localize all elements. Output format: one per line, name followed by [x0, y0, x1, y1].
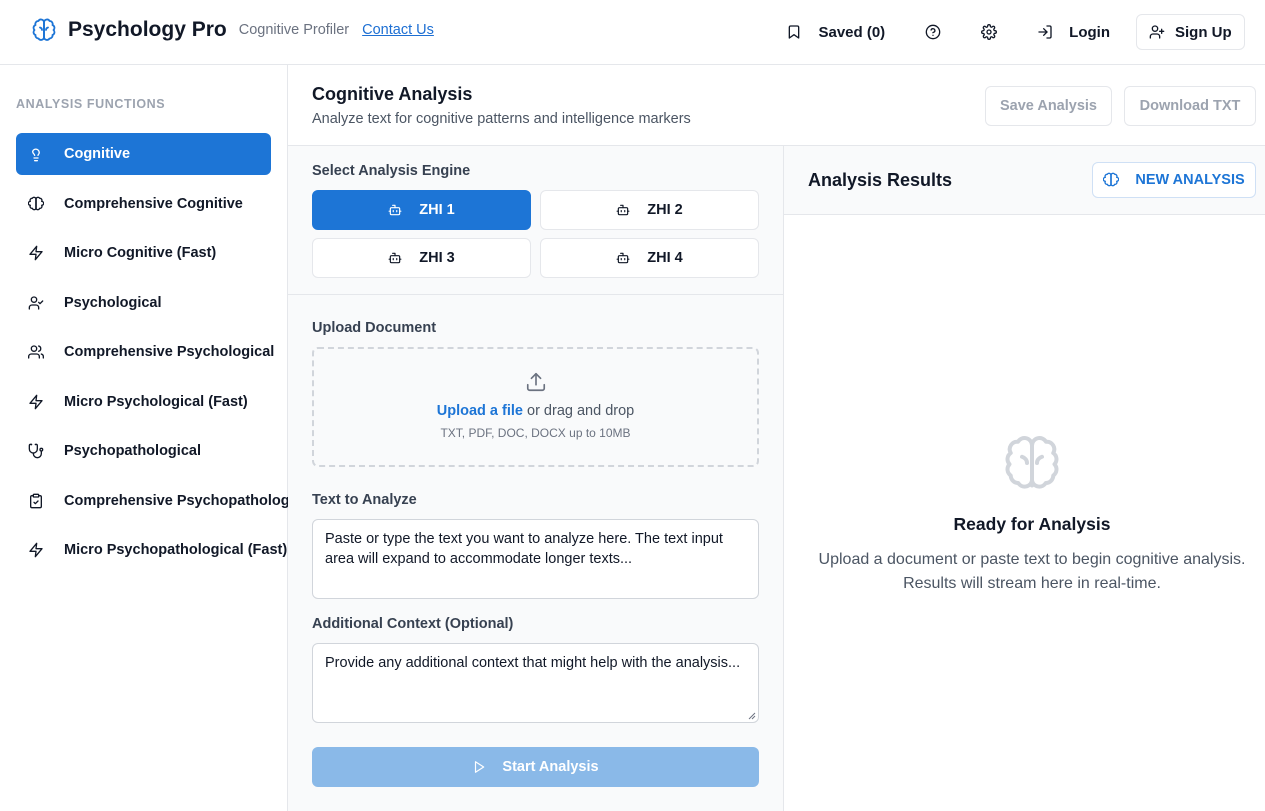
help-button[interactable] — [915, 14, 951, 50]
engine-option-zhi3[interactable]: ZHI 3 — [312, 238, 531, 278]
zap-icon — [29, 542, 43, 558]
top-header: Psychology Pro Cognitive Profiler Contac… — [0, 0, 1265, 65]
results-header: Analysis Results NEW ANALYSIS — [784, 146, 1265, 215]
engine-label-text: ZHI 1 — [419, 202, 455, 218]
clipboard-icon — [30, 493, 42, 508]
sidebar-item-label: Comprehensive Psychological — [64, 344, 275, 360]
bot-icon — [388, 204, 402, 216]
lightbulb-icon — [31, 148, 40, 162]
saved-label: Saved (0) — [818, 23, 886, 41]
user-plus-icon — [1149, 25, 1165, 39]
sidebar-item-label: Psychological — [64, 294, 162, 311]
start-analysis-label: Start Analysis — [502, 759, 599, 775]
sidebar-item-label: Comprehensive Cognitive — [64, 195, 243, 212]
engine-label-text: ZHI 4 — [647, 250, 683, 266]
page-subtitle: Analyze text for cognitive patterns and … — [312, 111, 691, 127]
sidebar-list: Cognitive Comprehensive Cognitive Micro … — [16, 133, 314, 579]
bot-icon — [388, 252, 402, 264]
saved-button[interactable]: Saved (0) — [776, 14, 895, 50]
new-analysis-button[interactable]: NEW ANALYSIS — [1092, 162, 1256, 198]
upload-hint: TXT, PDF, DOC, DOCX up to 10MB — [440, 426, 631, 440]
settings-button[interactable] — [971, 14, 1007, 50]
text-to-analyze-input[interactable]: Paste or type the text you want to analy… — [312, 519, 759, 599]
sidebar-item-psychological[interactable]: Psychological — [16, 282, 271, 324]
sidebar-item-label: Comprehensive Psychopathological — [64, 492, 314, 509]
sidebar-item-label: Psychopathological — [64, 443, 201, 459]
brain-icon — [1005, 436, 1059, 489]
input-panel: Select Analysis Engine ZHI 1 ZHI 2 ZHI 3… — [288, 146, 784, 811]
contact-us-link[interactable]: Contact Us — [362, 22, 434, 38]
additional-context-input[interactable]: Provide any additional context that migh… — [312, 643, 759, 723]
empty-state-title: Ready for Analysis — [953, 514, 1111, 534]
results-title: Analysis Results — [808, 170, 953, 190]
new-analysis-label: NEW ANALYSIS — [1135, 172, 1245, 188]
zap-icon — [29, 394, 43, 409]
download-txt-button[interactable]: Download TXT — [1124, 86, 1256, 126]
bot-icon — [616, 252, 630, 264]
upload-label: Upload Document — [312, 320, 437, 336]
sidebar-item-label: Micro Psychopathological (Fast) — [64, 542, 288, 558]
sidebar-item-comprehensive-cognitive[interactable]: Comprehensive Cognitive — [16, 183, 271, 225]
upload-icon — [526, 372, 546, 392]
empty-state-text: Upload a document or paste text to begin… — [784, 548, 1265, 596]
play-icon — [475, 761, 485, 773]
engine-label-text: ZHI 3 — [419, 250, 455, 266]
sidebar-item-comprehensive-psychopathological[interactable]: Comprehensive Psychopathological — [16, 480, 314, 522]
sidebar-heading: ANALYSIS FUNCTIONS — [16, 97, 166, 111]
sidebar-item-cognitive[interactable]: Cognitive — [16, 133, 271, 175]
signup-label: Sign Up — [1175, 23, 1232, 41]
sidebar-item-micro-psychopathological[interactable]: Micro Psychopathological (Fast) — [16, 529, 287, 571]
engine-option-zhi1[interactable]: ZHI 1 — [312, 190, 531, 230]
sidebar-item-label: Cognitive — [64, 146, 131, 162]
stethoscope-icon — [28, 443, 44, 459]
sidebar-item-micro-psychological[interactable]: Micro Psychological (Fast) — [16, 381, 271, 423]
additional-context-label: Additional Context (Optional) — [312, 616, 514, 632]
login-icon — [1038, 25, 1052, 39]
app-subtitle: Cognitive Profiler — [238, 22, 350, 38]
gear-icon — [981, 24, 998, 40]
sidebar-item-psychopathological[interactable]: Psychopathological — [16, 430, 271, 472]
engine-option-zhi4[interactable]: ZHI 4 — [540, 238, 759, 278]
login-label: Login — [1069, 23, 1110, 41]
bookmark-icon — [789, 25, 800, 39]
engine-option-zhi2[interactable]: ZHI 2 — [540, 190, 759, 230]
brand: Psychology Pro Cognitive Profiler Contac… — [32, 18, 434, 42]
upload-instructions: Upload a file or drag and drop — [314, 403, 757, 419]
login-button[interactable]: Login — [1027, 14, 1120, 50]
page-title: Cognitive Analysis — [312, 84, 473, 104]
main-header: Cognitive Analysis Analyze text for cogn… — [288, 65, 1265, 146]
upload-dropzone[interactable]: Upload a file or drag and drop TXT, PDF,… — [312, 347, 759, 467]
sidebar-item-micro-cognitive[interactable]: Micro Cognitive (Fast) — [16, 232, 271, 274]
resize-handle-icon[interactable] — [748, 712, 756, 720]
signup-button[interactable]: Sign Up — [1136, 14, 1245, 50]
user-check-icon — [28, 295, 44, 310]
engine-label: Select Analysis Engine — [312, 163, 471, 179]
text-to-analyze-label: Text to Analyze — [312, 492, 417, 508]
help-circle-icon — [925, 24, 941, 40]
save-analysis-button[interactable]: Save Analysis — [985, 86, 1112, 126]
additional-context-placeholder: Provide any additional context that migh… — [325, 655, 741, 671]
section-divider — [288, 294, 784, 295]
zap-icon — [29, 245, 43, 261]
brain-icon — [28, 196, 44, 210]
brain-icon — [32, 18, 56, 42]
sidebar-item-label: Micro Cognitive (Fast) — [64, 245, 217, 261]
upload-drag-text: or drag and drop — [522, 403, 635, 419]
users-icon — [28, 345, 44, 359]
brain-icon — [1103, 172, 1120, 187]
empty-state-line-1: Upload a document or paste text to begin… — [818, 551, 1246, 568]
upload-file-link[interactable]: Upload a file — [437, 403, 523, 419]
empty-state-line-2: Results will stream here in real-time. — [903, 575, 1161, 592]
sidebar-item-comprehensive-psychological[interactable]: Comprehensive Psychological — [16, 331, 275, 373]
bot-icon — [616, 204, 630, 216]
sidebar: ANALYSIS FUNCTIONS Cognitive Comprehensi… — [0, 65, 314, 811]
engine-label-text: ZHI 2 — [647, 202, 683, 218]
header-actions: Saved (0) Login Sign Up — [776, 14, 1245, 50]
results-panel: Analysis Results NEW ANALYSIS Ready for … — [784, 146, 1265, 811]
app-title: Psychology Pro — [68, 18, 227, 41]
start-analysis-button[interactable]: Start Analysis — [312, 747, 759, 787]
sidebar-item-label: Micro Psychological (Fast) — [64, 393, 248, 410]
